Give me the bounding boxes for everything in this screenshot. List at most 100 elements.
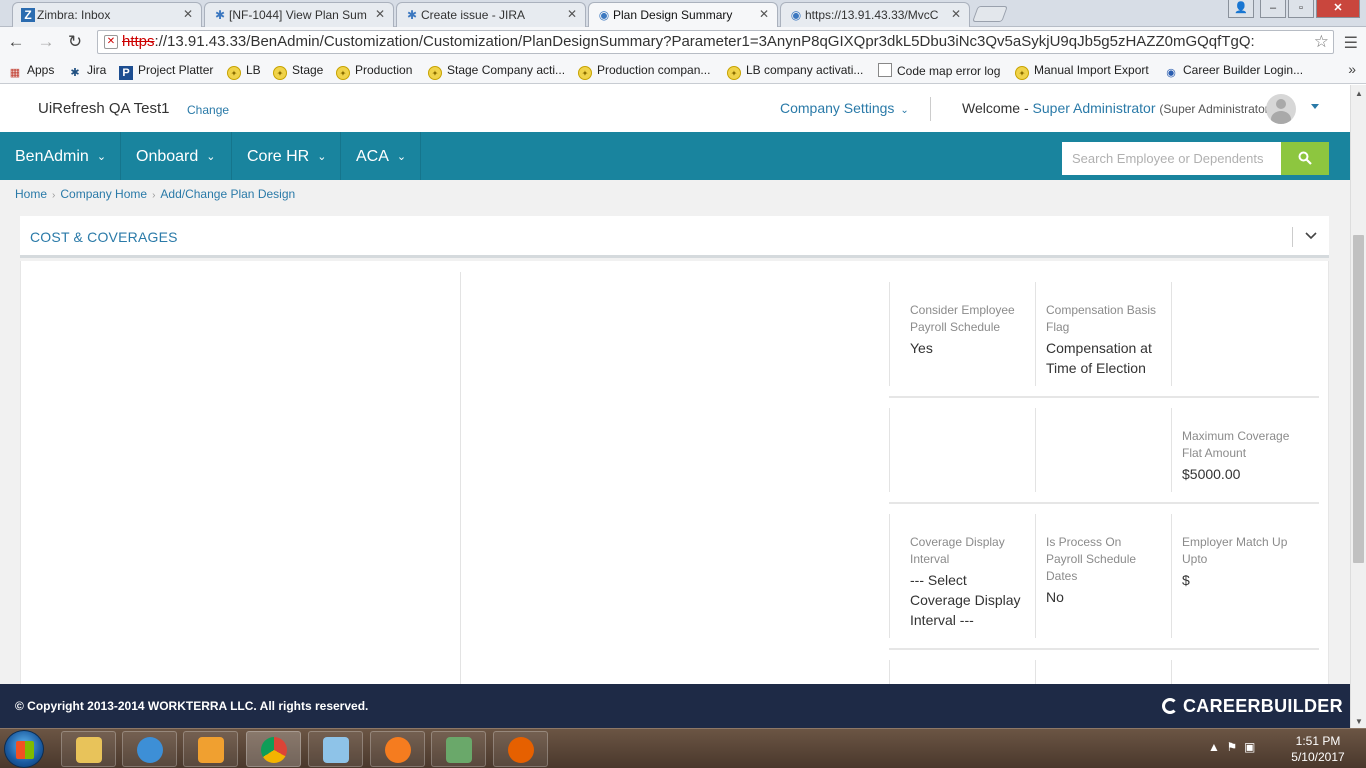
- scrollbar-thumb[interactable]: [1353, 235, 1364, 563]
- clock-date: 5/10/2017: [1291, 750, 1345, 764]
- user-menu-caret-icon[interactable]: [1311, 104, 1319, 109]
- window-close-button[interactable]: ✕: [1316, 0, 1360, 18]
- breadcrumb-current[interactable]: Add/Change Plan Design: [160, 187, 295, 201]
- avatar[interactable]: [1266, 94, 1296, 124]
- jira-icon: ✱: [70, 67, 80, 79]
- close-icon[interactable]: ✕: [759, 7, 769, 21]
- jira-icon: ✱: [406, 8, 418, 22]
- tab-title: Zimbra: Inbox: [37, 8, 111, 22]
- bookmark-label: Career Builder Login...: [1183, 63, 1304, 77]
- field-value: $5000.00: [1182, 466, 1241, 482]
- system-tray[interactable]: ▲ ⚑ ▣: [1208, 740, 1255, 754]
- bookmark-lb-company[interactable]: ✦ LB company activati...: [727, 63, 863, 80]
- doc-icon: [878, 63, 892, 77]
- bookmark-label: Production: [355, 63, 413, 77]
- taskbar-app[interactable]: [370, 731, 425, 767]
- cost-coverages-header[interactable]: COST & COVERAGES: [20, 216, 1329, 258]
- browser-tab[interactable]: ◉ https://13.91.43.33/MvcC ✕: [780, 2, 970, 27]
- scroll-up-arrow-icon[interactable]: ▲: [1355, 89, 1363, 98]
- taskbar-notepad[interactable]: [308, 731, 363, 767]
- browser-tab[interactable]: ✱ [NF-1044] View Plan Sum ✕: [204, 2, 394, 27]
- user-name[interactable]: Super Administrator: [1033, 100, 1156, 116]
- flame-app-icon: [384, 737, 411, 763]
- bookmark-stage-company[interactable]: ✦ Stage Company acti...: [428, 63, 565, 80]
- search-button[interactable]: [1281, 142, 1329, 175]
- browser-menu-icon[interactable]: ☰: [1344, 33, 1358, 53]
- back-arrow-icon[interactable]: ←: [6, 32, 26, 52]
- nav-core-hr[interactable]: Core HR ⌄: [232, 132, 341, 180]
- bookmark-production-company[interactable]: ✦ Production compan...: [578, 63, 710, 80]
- change-company-link[interactable]: Change: [187, 103, 229, 117]
- section-title: COST & COVERAGES: [30, 229, 178, 245]
- nav-onboard[interactable]: Onboard ⌄: [121, 132, 232, 180]
- bookmark-career-builder[interactable]: ◉ Career Builder Login...: [1164, 63, 1303, 80]
- scroll-down-arrow-icon[interactable]: ▼: [1355, 717, 1363, 726]
- taskbar-clock[interactable]: 1:51 PM 5/10/2017: [1283, 733, 1353, 765]
- notepad-icon: [322, 737, 349, 763]
- welcome-label: Welcome -: [962, 100, 1029, 116]
- company-settings-label: Company Settings: [780, 100, 895, 116]
- zimbra-icon: Z: [21, 8, 35, 22]
- taskbar-firefox[interactable]: [493, 731, 548, 767]
- taskbar-chrome[interactable]: [246, 731, 301, 767]
- gear-icon: ✦: [227, 66, 241, 80]
- taskbar-explorer[interactable]: [61, 731, 116, 767]
- chevron-down-icon: [1305, 232, 1317, 240]
- browser-tab[interactable]: ✱ Create issue - JIRA ✕: [396, 2, 586, 27]
- collapse-toggle[interactable]: [1292, 227, 1329, 247]
- reload-icon[interactable]: ↻: [65, 32, 85, 52]
- bookmark-star-icon[interactable]: ☆: [1314, 32, 1329, 52]
- breadcrumb-company-home[interactable]: Company Home: [60, 187, 147, 201]
- bookmark-manual-import[interactable]: ✦ Manual Import Export: [1015, 63, 1149, 80]
- app-header: UiRefresh QA Test1 Change Company Settin…: [0, 85, 1350, 132]
- nav-aca[interactable]: ACA ⌄: [341, 132, 421, 180]
- maximize-button[interactable]: ▫: [1288, 0, 1314, 18]
- bookmark-project-platter[interactable]: P Project Platter: [119, 63, 213, 80]
- employee-search-input[interactable]: [1062, 142, 1281, 175]
- bookmark-lb[interactable]: ✦ LB: [227, 63, 261, 80]
- address-bar[interactable]: ✕ https://13.91.43.33/BenAdmin/Customiza…: [97, 30, 1334, 54]
- field-label: Employer Match Up Upto: [1182, 535, 1288, 566]
- breadcrumb-separator-icon: ›: [52, 190, 56, 201]
- close-icon[interactable]: ✕: [567, 7, 577, 21]
- field-value: Compensation at Time of Election: [1046, 340, 1152, 376]
- close-icon[interactable]: ✕: [183, 7, 193, 21]
- taskbar-media-player[interactable]: [183, 731, 238, 767]
- chevron-down-icon: ⌄: [396, 151, 407, 163]
- copyright-text: © Copyright 2013-2014 WORKTERRA LLC. All…: [15, 699, 369, 713]
- taskbar-ie[interactable]: [122, 731, 177, 767]
- bookmark-label: Code map error log: [897, 64, 1001, 78]
- field-empty: [889, 660, 1036, 684]
- bookmark-code-map[interactable]: Code map error log: [878, 63, 1000, 78]
- taskbar-calculator[interactable]: [431, 731, 486, 767]
- close-icon[interactable]: ✕: [375, 7, 385, 21]
- field-row: Consider Employee Payroll Schedule Yes Co…: [889, 272, 1319, 398]
- field-label: Coverage Display Interval: [910, 535, 1005, 566]
- breadcrumb-separator-icon: ›: [152, 190, 156, 201]
- bookmark-apps[interactable]: ▦ Apps: [8, 63, 55, 80]
- breadcrumb-home[interactable]: Home: [15, 187, 47, 201]
- page-scrollbar[interactable]: ▲ ▼: [1350, 85, 1366, 728]
- browser-tab-active[interactable]: ◉ Plan Design Summary ✕: [588, 2, 778, 28]
- nav-label: ACA: [356, 148, 389, 165]
- plan-fields-grid: Consider Employee Payroll Schedule Yes Co…: [889, 272, 1319, 684]
- window-user-icon[interactable]: 👤: [1228, 0, 1254, 18]
- company-settings-menu[interactable]: Company Settings ⌄: [780, 100, 909, 116]
- new-tab-button[interactable]: [972, 6, 1008, 22]
- close-icon[interactable]: ✕: [951, 7, 961, 21]
- nav-benadmin[interactable]: BenAdmin ⌄: [0, 132, 121, 180]
- breadcrumb: Home › Company Home › Add/Change Plan Design: [15, 187, 295, 201]
- start-button[interactable]: [4, 730, 44, 768]
- column-divider: [460, 272, 461, 684]
- bookmark-production[interactable]: ✦ Production: [336, 63, 412, 80]
- bookmark-stage[interactable]: ✦ Stage: [273, 63, 323, 80]
- minimize-button[interactable]: –: [1260, 0, 1286, 18]
- nav-label: Onboard: [136, 148, 199, 165]
- insecure-lock-icon[interactable]: ✕: [104, 35, 118, 49]
- bookmark-jira[interactable]: ✱ Jira: [68, 63, 106, 80]
- forward-arrow-icon[interactable]: →: [36, 32, 56, 52]
- browser-tab[interactable]: Z Zimbra: Inbox ✕: [12, 2, 202, 27]
- bookmarks-more-icon[interactable]: »: [1348, 61, 1356, 77]
- browser-toolbar: ← → ↻ ✕ https://13.91.43.33/BenAdmin/Cus…: [0, 27, 1366, 57]
- field-empty: [1172, 660, 1319, 684]
